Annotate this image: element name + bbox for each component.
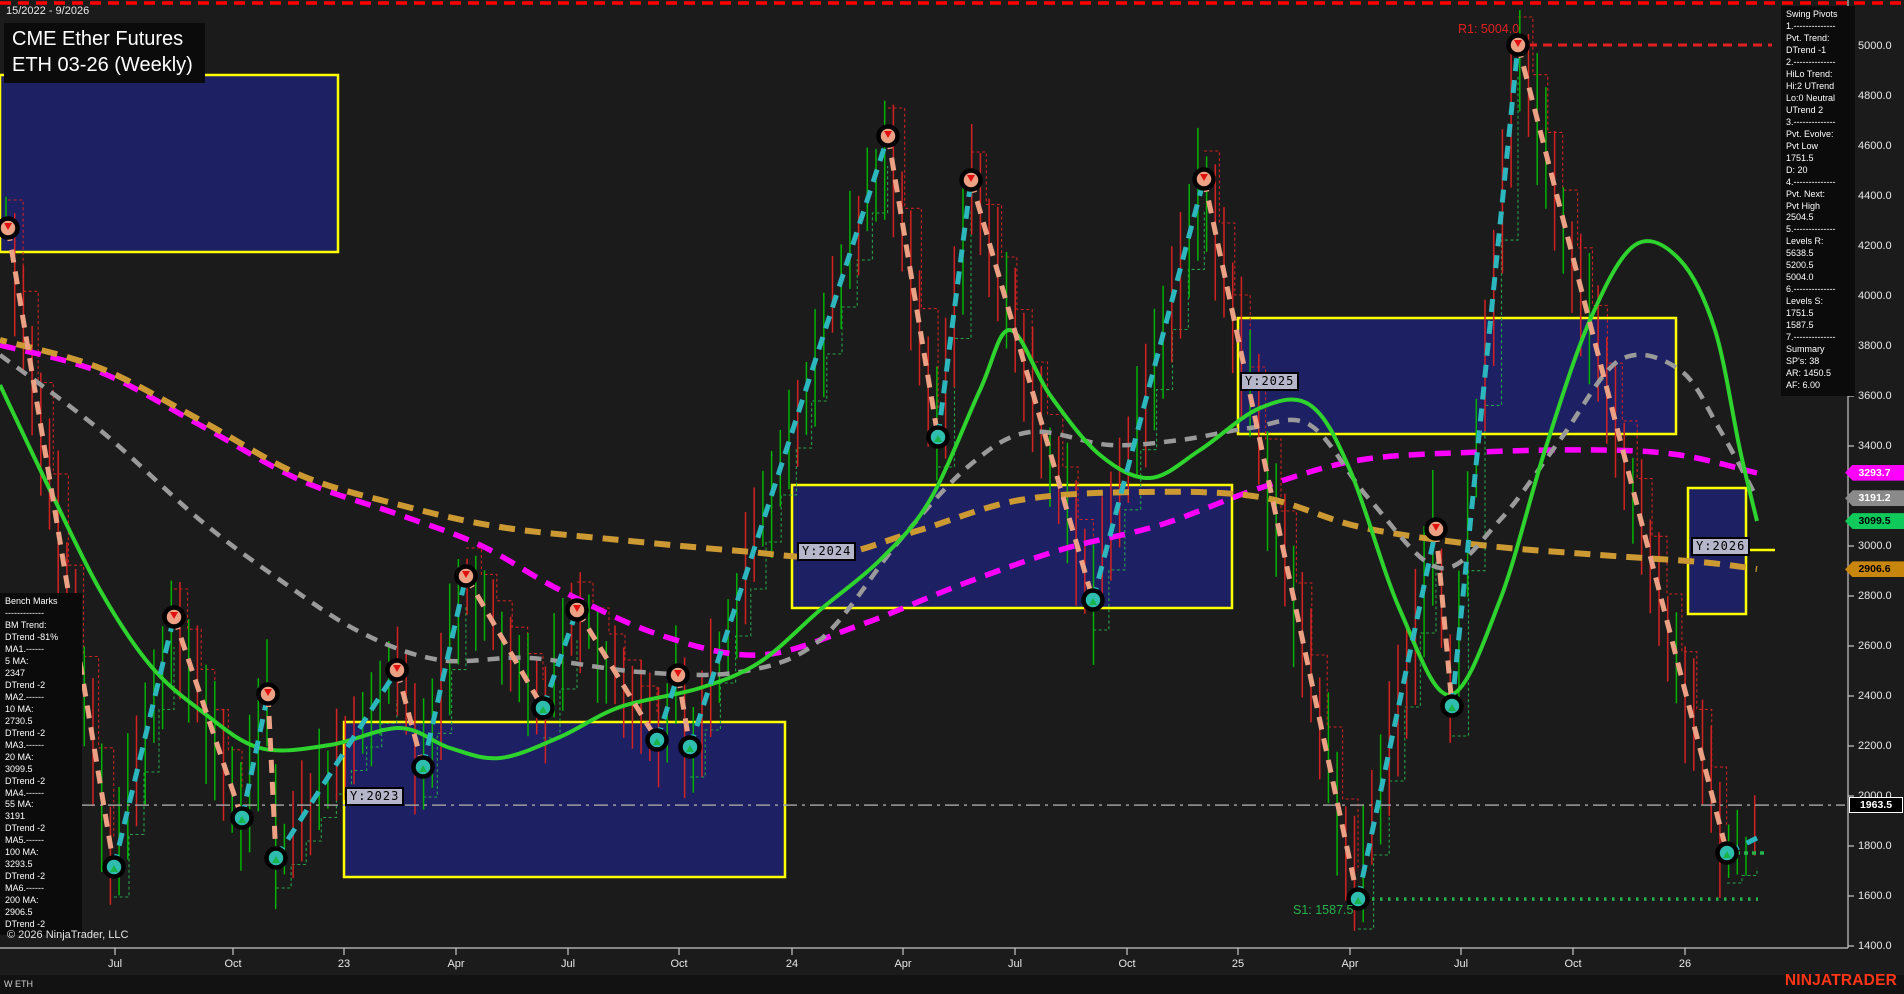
trail-stop-red <box>888 107 939 409</box>
chart-title-line1: CME Ether Futures <box>12 28 184 50</box>
time-axis-label: Jul <box>1007 958 1023 970</box>
year-label-chip: Y:2026 <box>1691 537 1751 556</box>
time-axis-label: Jul <box>107 958 123 970</box>
chart-title-line2: ETH 03-26 (Weekly) <box>12 54 193 76</box>
swing-pivots-panel: Swing Pivots 1.-------------- Pvt. Trend… <box>1781 6 1855 396</box>
status-strip <box>0 975 1904 994</box>
price-axis-label: 3800.0 <box>1858 340 1892 352</box>
workspace-tab[interactable]: W ETH <box>4 979 33 989</box>
time-axis-label: Apr <box>447 958 465 970</box>
support-level-label: S1: 1587.5 <box>1293 903 1354 917</box>
price-axis-label: 4400.0 <box>1858 190 1892 202</box>
price-level-tag: 3293.7 <box>1845 464 1904 481</box>
date-range: 15/2022 - 9/2026 <box>6 5 90 17</box>
price-axis-label: 3000.0 <box>1858 540 1892 552</box>
copyright-text: © 2026 NinjaTrader, LLC <box>7 929 129 941</box>
time-axis-label: Jul <box>1453 958 1469 970</box>
chart-title: CME Ether Futures ETH 03-26 (Weekly) <box>4 23 205 83</box>
year-label-chip: Y:2023 <box>345 787 405 806</box>
year-range-box <box>1236 316 1678 436</box>
price-axis-label: 4000.0 <box>1858 290 1892 302</box>
price-axis-label: 1400.0 <box>1858 940 1892 952</box>
year-range-box <box>0 73 340 254</box>
price-level-tag: 2906.6 <box>1845 561 1904 578</box>
price-axis-label: 4600.0 <box>1858 140 1892 152</box>
trail-stop-green <box>1727 868 1758 884</box>
time-axis-label: 25 <box>1231 958 1245 970</box>
price-axis-label: 2200.0 <box>1858 740 1892 752</box>
time-axis-label: 23 <box>337 958 351 970</box>
ninjatrader-logo: NINJATRADER <box>1784 972 1897 989</box>
year-label-chip: Y:2025 <box>1240 372 1300 391</box>
price-axis-label: 3600.0 <box>1858 390 1892 402</box>
chart-window: 15/2022 - 9/2026 CME Ether Futures ETH 0… <box>0 0 1904 994</box>
time-axis-label: Oct <box>1118 958 1136 970</box>
time-axis-label: Oct <box>670 958 688 970</box>
price-axis-label: 1800.0 <box>1858 840 1892 852</box>
time-axis-label: Apr <box>1341 958 1359 970</box>
time-axis-label: 24 <box>785 958 799 970</box>
resistance-level-label: R1: 5004.0 <box>1458 22 1520 36</box>
time-axis-label: Oct <box>224 958 242 970</box>
time-axis-label: 26 <box>1678 958 1692 970</box>
price-chart-canvas[interactable] <box>0 0 1904 994</box>
year-label-chip: Y:2024 <box>797 542 857 561</box>
time-axis-label: Oct <box>1564 958 1582 970</box>
price-axis-label: 2600.0 <box>1858 640 1892 652</box>
price-level-tag: 3191.2 <box>1845 490 1904 507</box>
time-axis-label: Jul <box>560 958 576 970</box>
price-level-tag: 3099.5 <box>1845 513 1904 530</box>
price-axis-label: 2800.0 <box>1858 590 1892 602</box>
price-axis-label: 4200.0 <box>1858 240 1892 252</box>
year-range-box <box>342 720 787 879</box>
price-level-tag: 1963.5 <box>1849 797 1903 814</box>
price-axis-label: 3400.0 <box>1858 440 1892 452</box>
price-axis-label: 5000.0 <box>1858 40 1892 52</box>
bench-marks-panel: Bench Marks ------------- BM Trend: DTre… <box>0 593 82 936</box>
price-axis-label: 1600.0 <box>1858 890 1892 902</box>
price-axis-label: 4800.0 <box>1858 90 1892 102</box>
price-axis-label: 2400.0 <box>1858 690 1892 702</box>
time-axis-label: Apr <box>894 958 912 970</box>
